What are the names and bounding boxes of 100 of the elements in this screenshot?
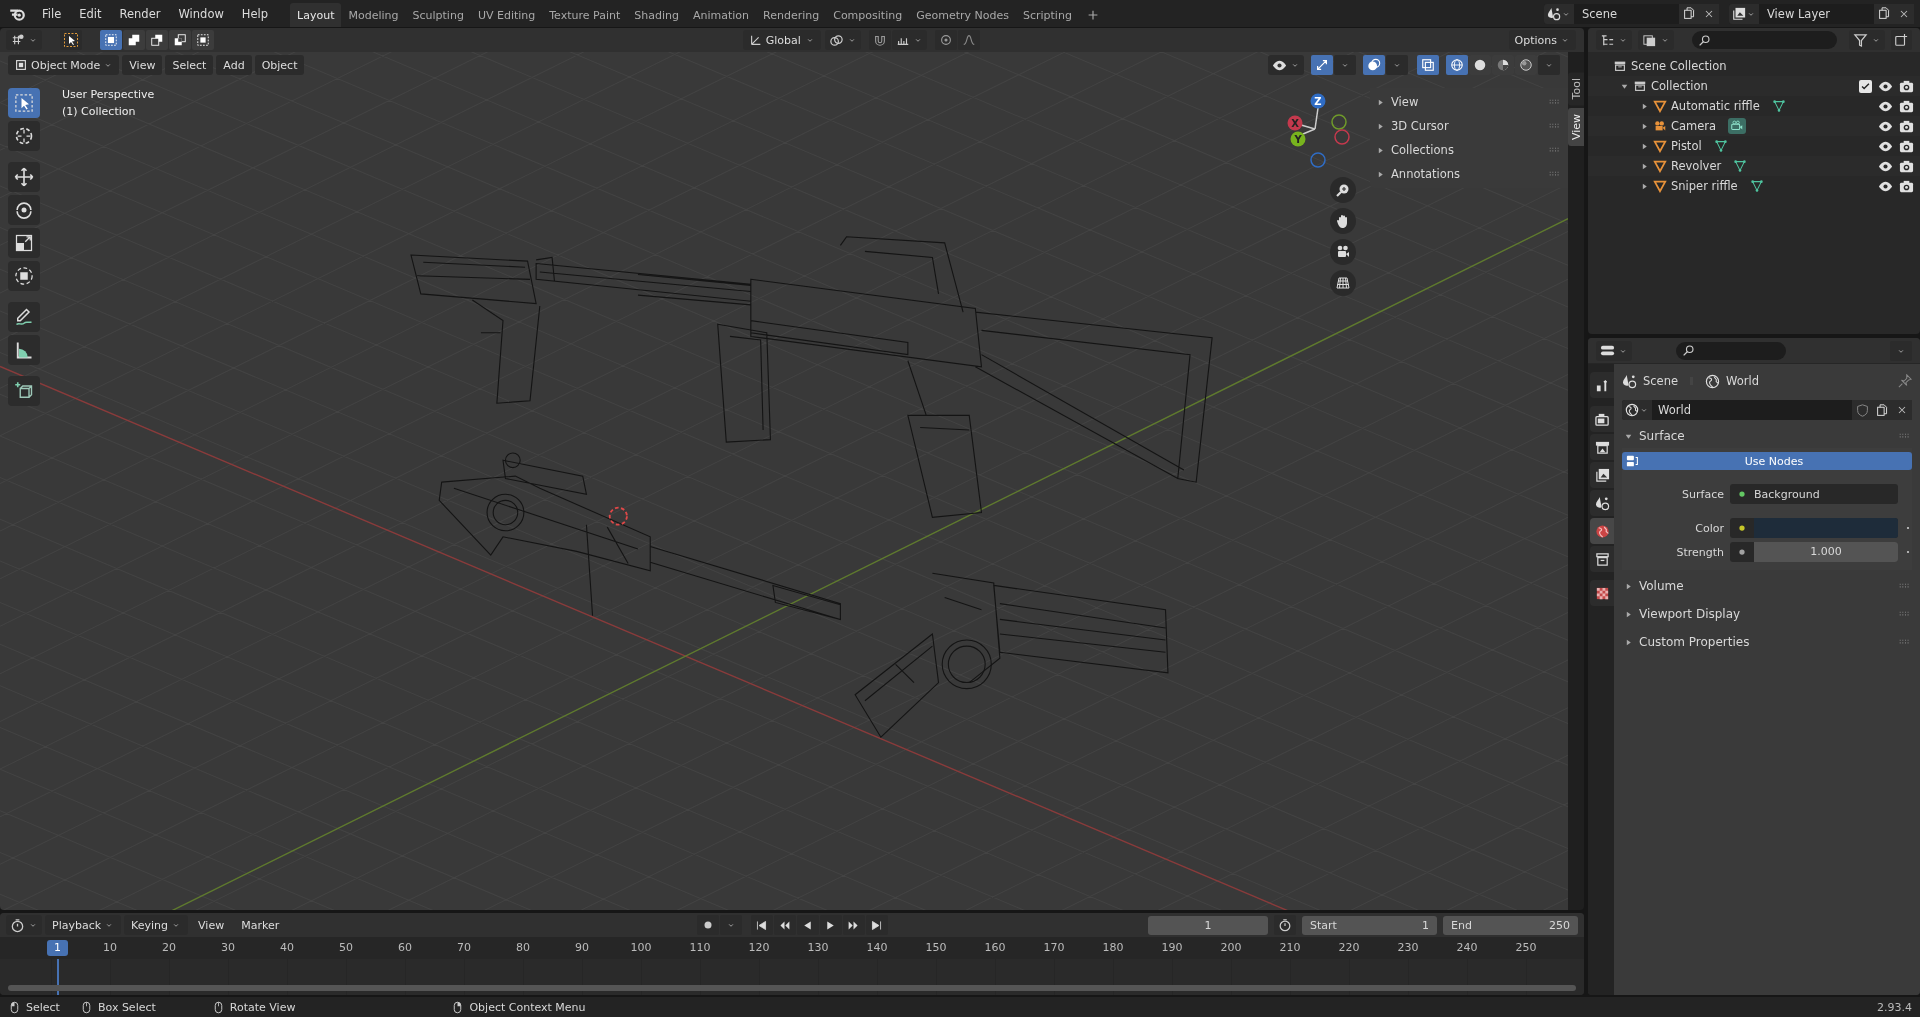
expand-arrow-icon[interactable] xyxy=(1640,101,1649,111)
unlink-button[interactable] xyxy=(1892,400,1912,420)
properties-tab[interactable] xyxy=(1590,546,1614,572)
remove-button[interactable] xyxy=(1699,3,1719,24)
tool-button[interactable] xyxy=(8,261,40,291)
xray-toggle[interactable] xyxy=(1417,55,1439,75)
menu-item[interactable]: Select xyxy=(165,55,214,75)
workspace-tab[interactable]: Shading xyxy=(627,3,686,27)
mode-dropdown[interactable]: Object Mode xyxy=(8,55,120,75)
outliner-item[interactable]: Pistol xyxy=(1671,139,1702,153)
properties-tab[interactable] xyxy=(1590,372,1614,398)
select-mode-button[interactable] xyxy=(100,30,122,50)
workspace-tab[interactable]: Sculpting xyxy=(405,3,471,27)
number-field[interactable]: 1.000 xyxy=(1754,542,1898,562)
menu-item[interactable]: Keying xyxy=(124,915,189,935)
scene-selector-name[interactable]: Scene xyxy=(1574,6,1679,21)
properties-tab[interactable] xyxy=(1590,518,1614,544)
snap-target-dropdown[interactable] xyxy=(891,30,927,50)
remove-button[interactable] xyxy=(1894,3,1914,24)
menu-item[interactable]: Object xyxy=(254,55,305,75)
snap-toggle[interactable] xyxy=(868,30,891,50)
play-reverse-button[interactable] xyxy=(796,915,819,935)
playhead-frame[interactable]: 1 xyxy=(47,940,68,956)
orientation-dropdown[interactable]: Global xyxy=(742,30,821,50)
menu-item[interactable]: Add xyxy=(216,55,252,75)
workspace-tab[interactable]: Modeling xyxy=(341,3,406,27)
camera-icon[interactable] xyxy=(1899,78,1914,94)
menu-item[interactable]: Edit xyxy=(71,3,110,24)
proportional-edit-toggle[interactable] xyxy=(934,30,957,50)
view-layer-selector[interactable]: View Layer xyxy=(1729,3,1914,24)
pan-button[interactable] xyxy=(1330,208,1356,234)
workspace-tab[interactable]: Rendering xyxy=(756,3,827,27)
select-mode-button[interactable] xyxy=(123,30,145,50)
copy-button[interactable] xyxy=(1874,3,1894,24)
tool-button[interactable] xyxy=(8,88,40,118)
workspace-tab[interactable]: Layout xyxy=(290,3,342,27)
jump-to-start-button[interactable] xyxy=(750,915,773,935)
properties-tab[interactable] xyxy=(1590,406,1614,432)
checkbox[interactable] xyxy=(1859,79,1872,93)
options-dropdown[interactable]: Options xyxy=(1508,30,1576,50)
editor-type-button[interactable] xyxy=(6,30,42,50)
visibility-dropdown[interactable] xyxy=(1268,55,1304,75)
camera-data-badge[interactable] xyxy=(1728,118,1747,134)
shading-mode-button[interactable] xyxy=(1446,55,1468,75)
outliner-item[interactable]: Revolver xyxy=(1671,159,1722,173)
select-tool-button[interactable] xyxy=(60,30,82,50)
pin-icon[interactable] xyxy=(1898,374,1912,388)
new-collection-button[interactable] xyxy=(1890,30,1912,50)
end-frame-field[interactable]: End 250 xyxy=(1443,915,1578,935)
camera-icon[interactable] xyxy=(1899,138,1914,154)
editor-type-button[interactable] xyxy=(6,915,42,935)
expand-arrow-icon[interactable] xyxy=(1640,141,1649,151)
search-field[interactable] xyxy=(1692,31,1837,49)
current-frame-field[interactable]: 1 xyxy=(1148,915,1268,935)
workspace-tab[interactable]: UV Editing xyxy=(470,3,543,27)
navigation-gizmo[interactable]: Z X Y xyxy=(1287,93,1350,168)
jump-to-end-button[interactable] xyxy=(865,915,888,935)
panel-header[interactable]: Collections xyxy=(1370,138,1568,162)
mesh-data-icon[interactable] xyxy=(1771,99,1786,113)
world-selector[interactable]: World xyxy=(1622,400,1912,420)
menu-item[interactable]: File xyxy=(34,3,70,24)
zoom-button[interactable] xyxy=(1330,177,1356,203)
camera-icon[interactable] xyxy=(1899,158,1914,174)
expand-arrow-icon[interactable] xyxy=(1640,181,1649,191)
select-mode-button[interactable] xyxy=(192,30,214,50)
panel-header[interactable]: View xyxy=(1370,90,1568,114)
scene-selector[interactable]: Scene xyxy=(1544,3,1719,24)
menu-item[interactable]: View xyxy=(191,915,232,935)
breadcrumb-item[interactable]: Scene xyxy=(1643,374,1679,388)
gizmo-toggle[interactable] xyxy=(1311,55,1333,75)
record-button[interactable] xyxy=(696,915,719,935)
socket-icon[interactable] xyxy=(1736,522,1748,534)
scene-icon[interactable] xyxy=(1547,6,1561,21)
expand-arrow-icon[interactable] xyxy=(1640,121,1649,131)
panel-header[interactable]: 3D Cursor xyxy=(1370,114,1568,138)
outliner-item[interactable]: Automatic riffle xyxy=(1671,99,1760,113)
tool-button[interactable] xyxy=(8,162,40,192)
camera-icon[interactable] xyxy=(1899,178,1914,194)
editor-type-button[interactable] xyxy=(1596,30,1632,50)
search-field[interactable] xyxy=(1676,341,1786,360)
panel-header[interactable]: Surface xyxy=(1622,424,1912,448)
properties-tab[interactable] xyxy=(1590,490,1614,516)
workspace-tab[interactable]: Geometry Nodes xyxy=(909,3,1016,27)
mesh-data-icon[interactable] xyxy=(1749,179,1764,193)
globe-icon[interactable] xyxy=(1625,403,1639,417)
properties-tab[interactable] xyxy=(1590,434,1614,460)
properties-tab[interactable] xyxy=(1590,462,1614,488)
keyframe-dot-icon[interactable] xyxy=(1904,548,1912,556)
copy-button[interactable] xyxy=(1679,3,1699,24)
play-button[interactable] xyxy=(819,915,842,935)
color-field[interactable] xyxy=(1754,518,1898,538)
editor-type-button[interactable] xyxy=(1596,340,1632,361)
menu-item[interactable]: Render xyxy=(111,3,169,24)
view-layer-selector-name[interactable]: View Layer xyxy=(1759,6,1874,21)
select-mode-button[interactable] xyxy=(169,30,191,50)
breadcrumb-item[interactable]: World xyxy=(1726,374,1760,388)
render-layers-icon[interactable] xyxy=(1732,6,1746,21)
camera-icon[interactable] xyxy=(1899,118,1914,134)
workspace-tab[interactable]: Texture Paint xyxy=(542,3,628,27)
expand-arrow-icon[interactable] xyxy=(1640,161,1649,171)
